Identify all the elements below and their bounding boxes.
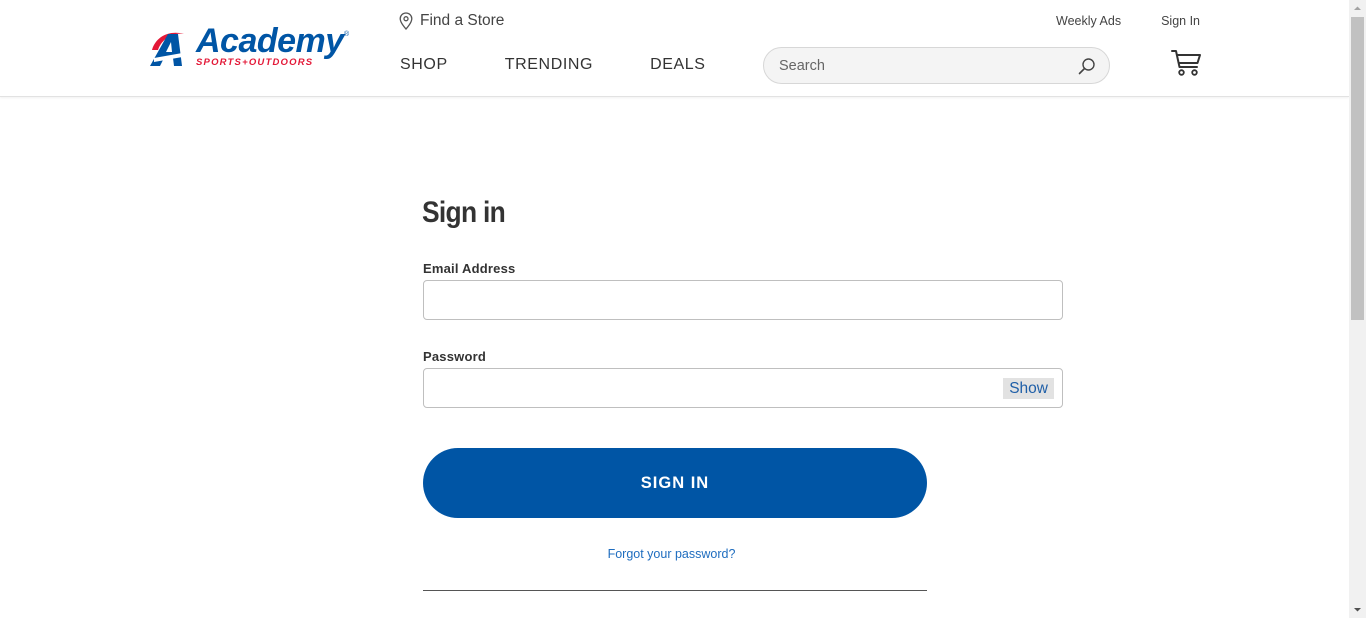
forgot-password-link[interactable]: Forgot your password?: [423, 547, 920, 561]
password-label: Password: [423, 349, 487, 364]
email-field-box: [423, 280, 1063, 320]
search-icon[interactable]: [1078, 57, 1096, 75]
logo-wordmark: Academy: [196, 22, 344, 60]
nav-trending[interactable]: TRENDING: [505, 56, 593, 74]
cart-icon[interactable]: [1171, 49, 1202, 77]
sign-in-link[interactable]: Sign In: [1161, 14, 1200, 28]
sign-in-button[interactable]: SIGN IN: [423, 448, 927, 518]
registered-mark: ®: [344, 31, 350, 38]
search-input[interactable]: [779, 56, 1069, 76]
find-a-store-label: Find a Store: [420, 12, 505, 29]
nav-shop[interactable]: SHOP: [400, 56, 448, 74]
page-scrollbar[interactable]: [1349, 0, 1366, 618]
show-password-button[interactable]: Show: [1003, 378, 1054, 399]
logo-tagline: SPORTS+OUTDOORS: [196, 57, 314, 68]
location-pin-icon: [399, 12, 413, 30]
page-title: Sign in: [422, 196, 506, 229]
scroll-down-arrow-icon[interactable]: [1349, 601, 1366, 618]
weekly-ads-link[interactable]: Weekly Ads: [1056, 14, 1121, 28]
password-field[interactable]: [424, 369, 1062, 407]
utility-links: Weekly Ads Sign In: [1056, 14, 1200, 28]
email-field[interactable]: [424, 281, 1062, 319]
password-field-box: Show: [423, 368, 1063, 408]
academy-logo[interactable]: Academy SPORTS+OUTDOORS ®: [148, 22, 353, 70]
email-label: Email Address: [423, 261, 516, 276]
divider: [423, 590, 927, 591]
main-nav: SHOP TRENDING DEALS: [400, 56, 763, 74]
search-bar: [763, 47, 1110, 84]
site-header: Academy SPORTS+OUTDOORS ® Find a Store S…: [0, 0, 1349, 97]
academy-logo-icon: [150, 32, 188, 66]
nav-deals[interactable]: DEALS: [650, 56, 705, 74]
scroll-up-arrow-icon[interactable]: [1349, 0, 1366, 17]
find-a-store-link[interactable]: Find a Store: [399, 11, 504, 31]
scrollbar-thumb[interactable]: [1351, 17, 1364, 320]
